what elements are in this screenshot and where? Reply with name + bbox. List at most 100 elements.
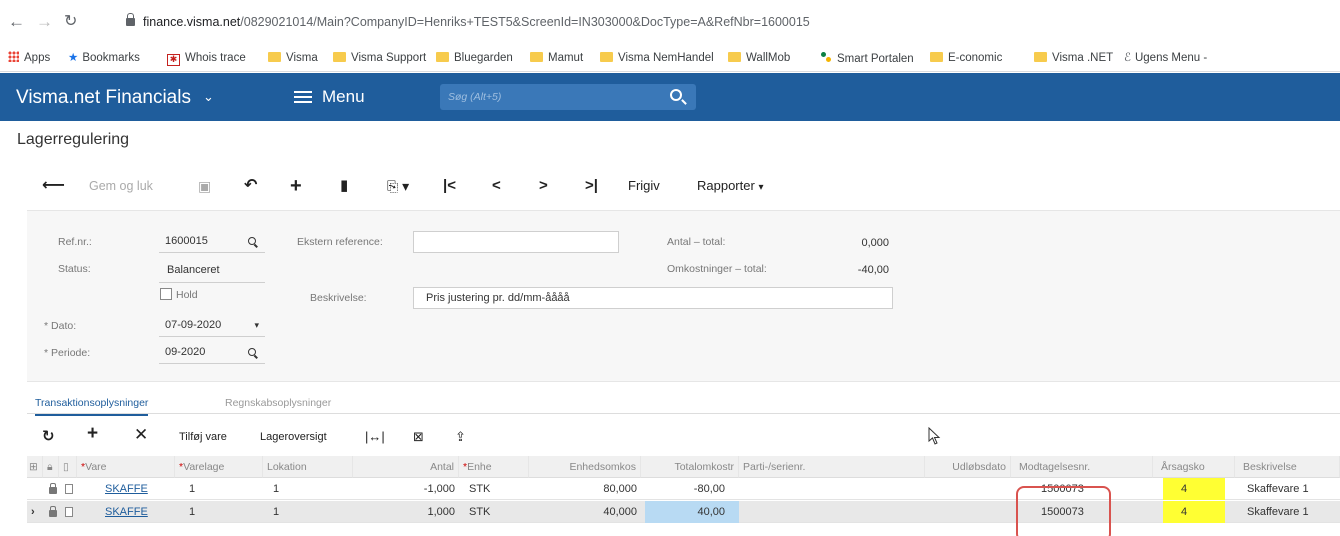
bookmark-e-conomic[interactable]: E-conomic (930, 51, 1002, 65)
fit-columns-icon[interactable]: |↔| (365, 429, 385, 445)
bookmark-bookmarks[interactable]: ★ Bookmarks (68, 51, 140, 65)
ref-nr-field[interactable]: 1600015 (159, 231, 265, 253)
cell-receipt[interactable]: 1500073 (1019, 501, 1153, 523)
bookmark-ugens-menu[interactable]: ℰ Ugens Menu - (1124, 51, 1207, 65)
col-description[interactable]: Beskrivelse (1235, 456, 1340, 478)
row-pointer-icon: › (31, 506, 35, 518)
col-reason[interactable]: Årsagsko (1153, 456, 1235, 478)
period-field[interactable]: 09-2020 (159, 342, 265, 364)
grid-settings-icon[interactable]: ⊞ (27, 456, 43, 478)
back-arrow-icon[interactable]: ⟵ (42, 176, 65, 196)
col-uom[interactable]: *Enhe (459, 456, 529, 478)
col-expiry[interactable]: Udløbsdato (925, 456, 1011, 478)
url-host: finance.visma.net (143, 15, 241, 29)
forward-arrow-icon[interactable]: → (36, 12, 53, 32)
bookmark-visma[interactable]: Visma (268, 51, 318, 65)
cell-description[interactable]: Skaffevare 1 (1235, 501, 1340, 523)
cell-ext-cost[interactable]: -80,00 (641, 478, 729, 500)
bookmark-visma-net[interactable]: Visma .NET (1034, 51, 1113, 65)
col-unit-cost[interactable]: Enhedsomkos (529, 456, 641, 478)
lookup-icon[interactable] (248, 348, 256, 356)
release-button[interactable]: Frigiv (628, 176, 660, 196)
cell-qty[interactable]: 1,000 (353, 501, 459, 523)
date-field[interactable]: 07-09-2020 ▾ (159, 315, 265, 337)
bookmark-apps[interactable]: Apps (8, 51, 50, 65)
col-lot[interactable]: Parti-/serienr. (739, 456, 925, 478)
col-item[interactable]: *Vare (77, 456, 175, 478)
first-record-icon[interactable]: |< (443, 176, 456, 196)
app-switcher[interactable]: Visma.net Financials ⌄ (16, 86, 214, 109)
save-icon[interactable]: ▣ (198, 176, 211, 196)
hold-checkbox[interactable] (160, 288, 172, 300)
bookmark-label: Ugens Menu - (1134, 52, 1208, 64)
last-record-icon[interactable]: >| (585, 176, 598, 196)
row-file-icon[interactable] (61, 478, 75, 500)
table-row[interactable]: SKAFFE 1 1 -1,000 STK 80,000 -80,00 1500… (27, 478, 1340, 500)
menu-button[interactable]: Menu (294, 87, 365, 107)
apps-grid-icon (8, 51, 19, 62)
save-close-button[interactable]: Gem og luk (89, 176, 153, 196)
cell-location[interactable]: 1 (263, 478, 353, 500)
next-record-icon[interactable]: > (539, 176, 548, 196)
col-warehouse[interactable]: *Varelage (175, 456, 263, 478)
cell-qty[interactable]: -1,000 (353, 478, 459, 500)
back-arrow-icon[interactable]: ← (8, 12, 25, 32)
stock-overview-button[interactable]: Lageroversigt (260, 429, 327, 445)
cell-unit-cost[interactable]: 80,000 (529, 478, 641, 500)
cell-reason[interactable]: 4 (1163, 501, 1225, 523)
cell-unit-cost[interactable]: 40,000 (529, 501, 641, 523)
search-icon[interactable] (670, 89, 682, 101)
row-lock-icon (45, 501, 59, 523)
cell-warehouse[interactable]: 1 (175, 501, 263, 523)
upload-icon[interactable]: ⇪ (455, 429, 466, 445)
bookmark-visma-support[interactable]: Visma Support (333, 51, 426, 65)
trash-icon[interactable]: ▮ (340, 176, 348, 196)
cell-uom[interactable]: STK (459, 478, 529, 500)
col-location[interactable]: Lokation (263, 456, 353, 478)
url-path: /0829021014/Main?CompanyID=Henriks+TEST5… (240, 15, 810, 29)
col-qty[interactable]: Antal (353, 456, 459, 478)
ext-ref-input[interactable] (413, 231, 619, 253)
bookmark-bluegarden[interactable]: Bluegarden (436, 51, 513, 65)
bookmark-visma-nemhandel[interactable]: Visma NemHandel (600, 51, 714, 65)
whois-icon: ✱ (167, 54, 180, 66)
cell-receipt[interactable]: 1500073 (1019, 478, 1153, 500)
bookmark-wallmob[interactable]: WallMob (728, 51, 790, 65)
col-receipt[interactable]: Modtagelsesnr. (1011, 456, 1153, 478)
add-icon[interactable]: + (290, 176, 302, 196)
add-item-button[interactable]: Tilføj vare (179, 429, 227, 445)
add-row-icon[interactable]: + (87, 424, 98, 443)
cell-reason[interactable]: 4 (1163, 478, 1225, 500)
reports-button[interactable]: Rapporter ▾ (697, 176, 763, 198)
tab-transaction-details[interactable]: Transaktionsoplysninger (35, 396, 149, 416)
undo-icon[interactable]: ↶ (244, 176, 257, 196)
bookmark-mamut[interactable]: Mamut (530, 51, 583, 65)
description-input[interactable]: Pris justering pr. dd/mm-åååå (413, 287, 893, 309)
cell-item[interactable]: SKAFFE (77, 501, 175, 523)
row-file-icon[interactable] (61, 501, 75, 523)
bookmark-whois[interactable]: ✱ Whois trace (167, 51, 246, 66)
export-excel-icon[interactable]: ⊠ (413, 429, 424, 445)
bookmark-smart-portalen[interactable]: Smart Portalen (820, 51, 914, 66)
qty-total-value: 0,000 (861, 237, 889, 249)
cell-uom[interactable]: STK (459, 501, 529, 523)
cell-item[interactable]: SKAFFE (77, 478, 175, 500)
date-value: 07-09-2020 (165, 319, 222, 331)
refresh-icon[interactable]: ↻ (42, 429, 55, 445)
reload-icon[interactable]: ↻ (64, 12, 77, 32)
cell-ext-cost[interactable]: 40,00 (645, 501, 739, 523)
col-ext-cost[interactable]: Totalomkostr (641, 456, 739, 478)
lookup-icon[interactable] (248, 237, 256, 245)
tab-financial-details[interactable]: Regnskabsoplysninger (225, 396, 331, 410)
cell-warehouse[interactable]: 1 (175, 478, 263, 500)
copy-paste-icon[interactable]: ⎘ ▾ (387, 176, 409, 196)
bookmark-label: Visma .NET (1052, 52, 1114, 64)
address-bar[interactable]: finance.visma.net/0829021014/Main?Compan… (126, 13, 810, 31)
search-input[interactable] (440, 84, 660, 110)
cell-location[interactable]: 1 (263, 501, 353, 523)
chevron-down-icon[interactable]: ▾ (254, 315, 259, 335)
cell-description[interactable]: Skaffevare 1 (1235, 478, 1340, 500)
previous-record-icon[interactable]: < (492, 176, 501, 196)
table-row-selected[interactable]: › SKAFFE 1 1 1,000 STK 40,000 40,00 1500… (27, 501, 1340, 523)
delete-row-icon[interactable]: ✕ (134, 426, 148, 443)
